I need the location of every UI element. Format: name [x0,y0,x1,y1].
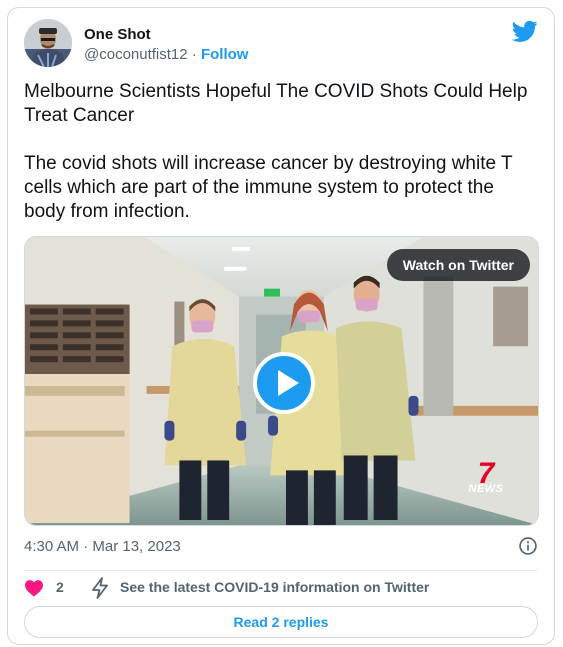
seven-logo-mark: 7 [478,457,496,490]
news-wordmark: NEWS [468,483,504,495]
tweet-text: Melbourne Scientists Hopeful The COVID S… [24,80,534,224]
watch-on-twitter-button[interactable]: Watch on Twitter [386,249,530,281]
tweet-header: One Shot @coconutfist12 · Follow [24,18,538,70]
heart-icon[interactable] [24,579,44,597]
covid-info-link[interactable]: See the latest COVID-19 information on T… [120,579,429,595]
tweet-timestamp[interactable]: 4:30 AM · Mar 13, 2023 [24,538,181,555]
follow-button[interactable]: Follow [201,46,249,63]
lightning-icon[interactable] [90,577,110,599]
tweet-card: One Shot @coconutfist12 · Follow Melbour… [7,7,555,645]
action-bar: 2 See the latest COVID-19 information on… [24,576,538,600]
avatar[interactable] [24,19,72,67]
info-icon[interactable] [518,536,538,556]
author-name[interactable]: One Shot [84,26,151,43]
author-handle[interactable]: @coconutfist12 [84,46,188,63]
play-button[interactable] [253,352,315,414]
read-replies-button[interactable]: Read 2 replies [24,606,538,638]
like-count[interactable]: 2 [56,579,64,595]
handle-separator: · [191,46,197,63]
video-player[interactable]: Watch on Twitter 7 NEWS [24,236,539,526]
twitter-bird-icon[interactable] [512,18,538,44]
tweet-headline: Melbourne Scientists Hopeful The COVID S… [24,81,528,126]
divider [24,570,538,571]
author-handle-line: @coconutfist12 · Follow [84,46,248,63]
svg-text:7: 7 [478,459,496,485]
channel-7-news-logo: 7 NEWS [461,457,511,501]
tweet-body: The covid shots will increase cancer by … [24,153,513,222]
play-icon [278,370,299,396]
